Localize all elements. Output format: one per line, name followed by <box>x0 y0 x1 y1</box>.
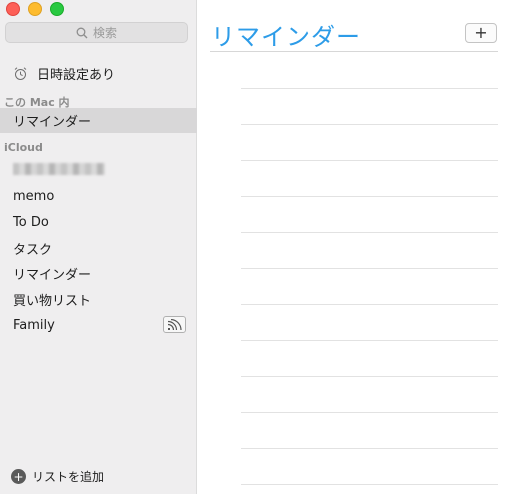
reminder-row-divider[interactable] <box>241 268 498 269</box>
reminder-row-divider[interactable] <box>241 124 498 125</box>
plus-circle-icon: + <box>11 469 26 484</box>
zoom-window-button[interactable] <box>50 2 64 16</box>
reminder-row-divider[interactable] <box>241 88 498 89</box>
reminder-row-divider[interactable] <box>241 340 498 341</box>
sidebar: 検索 日時設定あり この Mac 内 リマインダー iCloud memo To… <box>0 0 197 494</box>
window-controls <box>6 2 64 16</box>
section-title-icloud: iCloud <box>4 141 43 154</box>
sidebar-item-tasks[interactable]: タスク <box>0 236 197 260</box>
add-list-button[interactable]: + リストを追加 <box>11 468 104 485</box>
redacted-list-item[interactable] <box>13 163 105 175</box>
sidebar-item-reminders-local[interactable]: リマインダー <box>0 108 197 133</box>
reminder-row-divider[interactable] <box>241 196 498 197</box>
sidebar-item-label: タスク <box>13 242 53 258</box>
sidebar-item-memo[interactable]: memo <box>0 184 197 208</box>
reminder-row-divider[interactable] <box>241 448 498 449</box>
reminder-row-divider[interactable] <box>241 412 498 413</box>
title-divider <box>210 51 498 52</box>
minimize-window-button[interactable] <box>28 2 42 16</box>
sidebar-item-label: memo <box>13 188 55 204</box>
sidebar-item-scheduled[interactable]: 日時設定あり <box>0 62 197 84</box>
reminder-row-divider[interactable] <box>241 376 498 377</box>
reminder-row-divider[interactable] <box>241 160 498 161</box>
close-window-button[interactable] <box>6 2 20 16</box>
sidebar-item-label: リマインダー <box>13 267 92 283</box>
list-title: リマインダー <box>211 23 361 51</box>
sidebar-item-label: リマインダー <box>13 115 92 130</box>
magnifier-icon <box>76 27 88 38</box>
sidebar-item-reminders-icloud[interactable]: リマインダー <box>0 261 197 285</box>
alarm-clock-icon <box>14 66 27 80</box>
search-input[interactable]: 検索 <box>5 22 188 43</box>
sidebar-item-label: 買い物リスト <box>13 293 92 309</box>
reminder-row-divider[interactable] <box>241 484 498 485</box>
sidebar-item-label: 日時設定あり <box>37 67 116 83</box>
sidebar-item-label: To Do <box>13 214 49 230</box>
add-reminder-button[interactable]: + <box>465 23 497 43</box>
reminder-row-divider[interactable] <box>241 232 498 233</box>
shared-list-icon[interactable] <box>163 316 186 333</box>
add-list-label: リストを追加 <box>32 470 105 484</box>
sidebar-item-todo[interactable]: To Do <box>0 210 197 234</box>
reminder-row-divider[interactable] <box>241 304 498 305</box>
sidebar-item-shopping[interactable]: 買い物リスト <box>0 287 197 311</box>
search-placeholder: 検索 <box>92 26 117 40</box>
sidebar-item-label: Family <box>13 317 55 333</box>
